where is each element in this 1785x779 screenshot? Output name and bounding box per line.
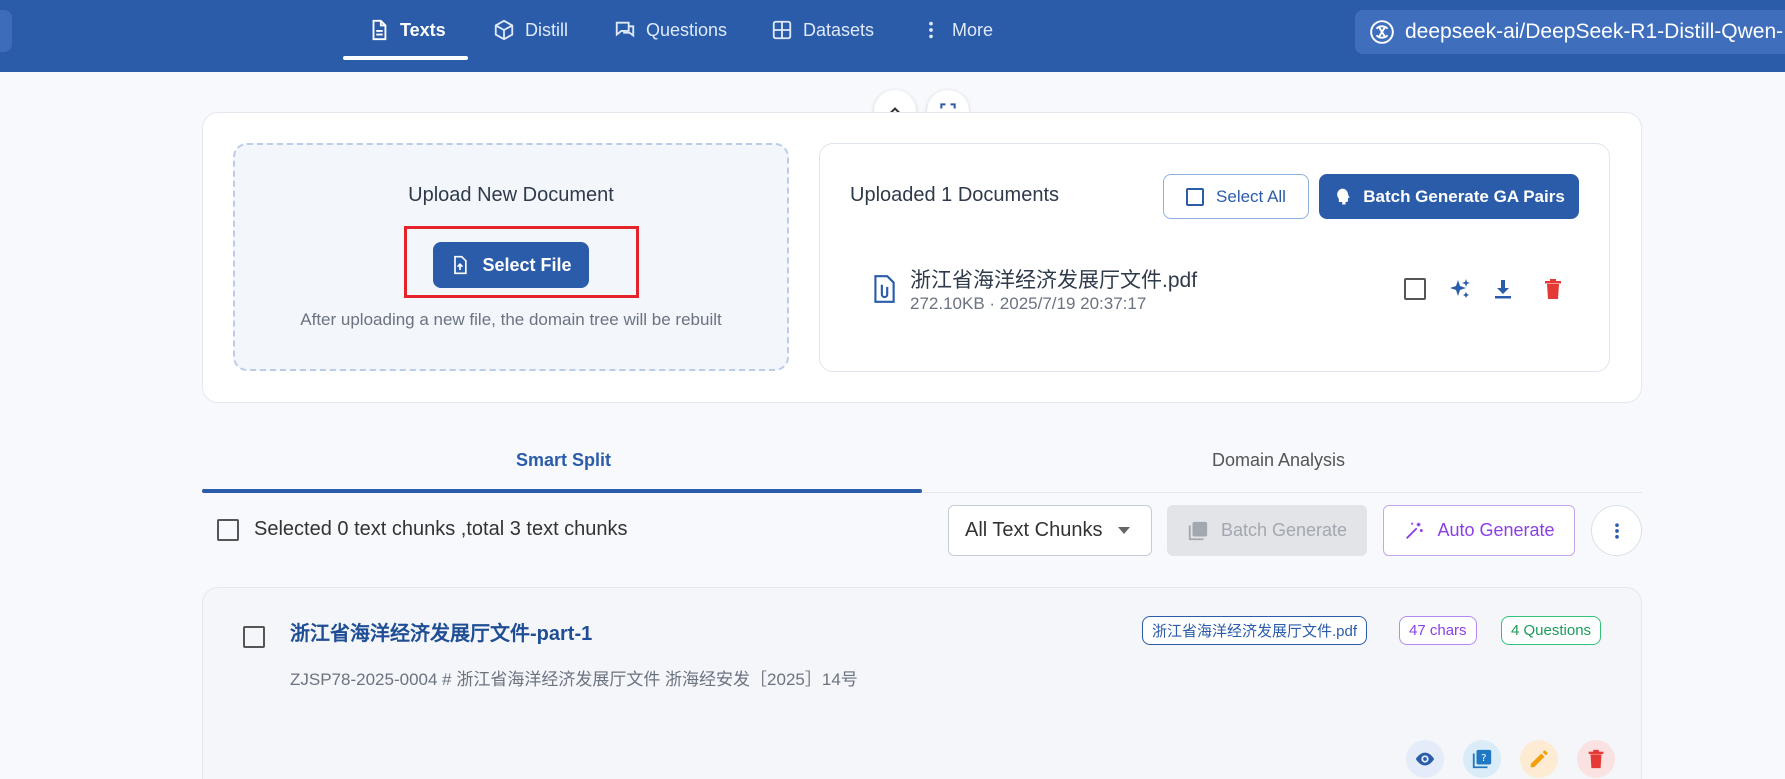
tab-questions-label: Questions bbox=[646, 19, 728, 40]
download-icon bbox=[1495, 280, 1511, 299]
selection-summary: Selected 0 text chunks ,total 3 text chu… bbox=[254, 518, 628, 540]
cube-icon bbox=[494, 19, 514, 41]
svg-text:?: ? bbox=[1481, 753, 1486, 764]
kebab-icon bbox=[929, 21, 933, 39]
brain-head-icon bbox=[1337, 188, 1350, 204]
trash-icon bbox=[1545, 279, 1561, 299]
more-options-button[interactable] bbox=[1591, 505, 1642, 556]
model-name: deepseek-ai/DeepSeek-R1-Distill-Qwen- bbox=[1405, 20, 1784, 43]
active-tab-indicator bbox=[343, 56, 468, 60]
attachment-icon bbox=[874, 275, 895, 303]
chunk-questions-chip: 4 Questions bbox=[1501, 616, 1602, 645]
batch-generate-label: Batch Generate bbox=[1220, 520, 1348, 540]
tab-distill[interactable]: Distill bbox=[493, 0, 568, 60]
checkbox-icon bbox=[1186, 187, 1205, 206]
kebab-icon bbox=[1614, 522, 1619, 539]
select-all-chunks-checkbox[interactable] bbox=[217, 519, 239, 541]
tab-texts-label: Texts bbox=[400, 19, 446, 40]
sparkle-icon bbox=[1450, 279, 1470, 298]
pencil-icon bbox=[1530, 750, 1548, 768]
model-logo-icon bbox=[1370, 20, 1394, 44]
file-name[interactable]: 浙江省海洋经济发展厅文件.pdf bbox=[910, 264, 1197, 294]
document-icon bbox=[372, 19, 387, 41]
trash-icon bbox=[1588, 749, 1604, 769]
caret-down-icon bbox=[1118, 527, 1131, 534]
tab-smart-split[interactable]: Smart Split bbox=[516, 450, 611, 471]
select-file-button[interactable]: Select File bbox=[433, 242, 589, 288]
tab-texts[interactable]: Texts bbox=[368, 0, 446, 60]
chunk-filter-select[interactable]: All Text Chunks bbox=[948, 505, 1152, 556]
grid-icon bbox=[772, 20, 792, 40]
question-book-icon: ? bbox=[1472, 749, 1492, 769]
view-chunk-button[interactable] bbox=[1406, 740, 1444, 778]
file-meta: 272.10KB · 2025/7/19 20:37:17 bbox=[910, 294, 1147, 313]
chat-icon bbox=[615, 21, 635, 38]
top-nav-bar: Texts Distill Questions Datasets More de… bbox=[0, 0, 1785, 72]
tab-distill-label: Distill bbox=[525, 19, 568, 40]
active-tab-indicator bbox=[202, 489, 922, 493]
file-upload-icon bbox=[454, 255, 468, 275]
tab-more[interactable]: More bbox=[920, 0, 993, 60]
batch-generate-button[interactable]: Batch Generate bbox=[1167, 505, 1367, 556]
model-selector[interactable]: deepseek-ai/DeepSeek-R1-Distill-Qwen- bbox=[1355, 10, 1785, 54]
auto-generate-label: Auto Generate bbox=[1437, 520, 1555, 540]
select-all-button[interactable]: Select All bbox=[1163, 174, 1309, 219]
batch-generate-ga-pairs-button[interactable]: Batch Generate GA Pairs bbox=[1319, 174, 1579, 219]
tab-more-label: More bbox=[952, 19, 994, 40]
file-select-checkbox[interactable] bbox=[1402, 276, 1428, 302]
chunk-preview: ZJSP78-2025-0004 # 浙江省海洋经济发展厅文件 浙海经安发［20… bbox=[290, 670, 858, 689]
library-icon bbox=[1188, 521, 1208, 540]
checkbox-icon bbox=[1404, 278, 1426, 300]
tab-domain-analysis[interactable]: Domain Analysis bbox=[1212, 450, 1345, 471]
magic-wand-icon bbox=[1406, 522, 1424, 539]
tab-datasets[interactable]: Datasets bbox=[771, 0, 874, 60]
tab-questions[interactable]: Questions bbox=[614, 0, 727, 60]
select-file-label: Select File bbox=[482, 254, 572, 275]
eye-icon bbox=[1415, 752, 1435, 766]
select-all-label: Select All bbox=[1216, 186, 1286, 206]
delete-chunk-button[interactable] bbox=[1577, 740, 1615, 778]
chunk-title[interactable]: 浙江省海洋经济发展厅文件-part-1 bbox=[290, 617, 592, 646]
file-delete-button[interactable] bbox=[1540, 276, 1566, 302]
sidebar-toggle[interactable] bbox=[0, 10, 12, 52]
batch-generate-ga-pairs-label: Batch Generate GA Pairs bbox=[1363, 186, 1565, 206]
uploaded-documents-title: Uploaded 1 Documents bbox=[850, 184, 1060, 206]
upload-hint: After uploading a new file, the domain t… bbox=[300, 310, 722, 329]
file-download-button[interactable] bbox=[1490, 276, 1516, 302]
chunk-select-checkbox[interactable] bbox=[243, 626, 265, 648]
chunk-file-chip: 浙江省海洋经济发展厅文件.pdf bbox=[1142, 616, 1368, 645]
auto-generate-button[interactable]: Auto Generate bbox=[1383, 505, 1575, 556]
generate-questions-button[interactable]: ? bbox=[1463, 740, 1501, 778]
file-generate-button[interactable] bbox=[1447, 276, 1473, 302]
chunk-chars-chip: 47 chars bbox=[1399, 616, 1477, 645]
chunk-filter-value: All Text Chunks bbox=[965, 519, 1103, 541]
upload-title: Upload New Document bbox=[408, 184, 614, 206]
tab-datasets-label: Datasets bbox=[803, 19, 875, 40]
edit-chunk-button[interactable] bbox=[1520, 740, 1558, 778]
